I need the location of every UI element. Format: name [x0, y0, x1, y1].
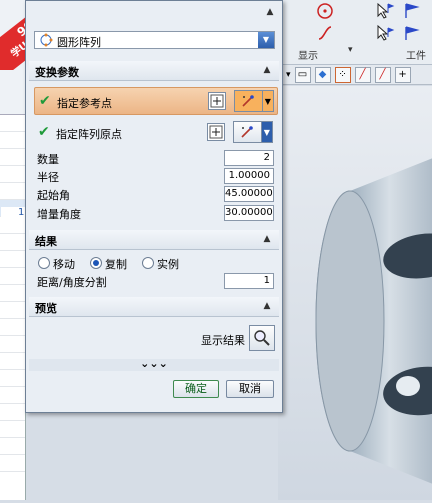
collapse-section-icon[interactable]: ▲ — [261, 233, 273, 245]
group-expand-icon[interactable]: ▾ — [348, 45, 353, 55]
curve-icon[interactable] — [314, 22, 336, 44]
chevron-down-icon[interactable]: ▼ — [260, 122, 272, 142]
selection-bar: ▾ ▭ ◆ ⁘ ╱ ╱ + — [278, 65, 432, 85]
radio-instance[interactable] — [142, 257, 154, 269]
radio-copy-label: 复制 — [105, 258, 127, 271]
show-result-label: 显示结果 — [201, 334, 245, 347]
select-flag-icon-2[interactable] — [374, 22, 396, 44]
circular-array-icon — [39, 33, 53, 50]
increment-angle-input[interactable]: 30.00000 — [224, 205, 274, 221]
graphics-viewport[interactable] — [278, 86, 432, 500]
show-result-button[interactable] — [249, 325, 275, 351]
navigator-row[interactable] — [0, 268, 25, 285]
radius-label: 半径 — [37, 171, 59, 184]
ok-button[interactable]: 确定 — [173, 380, 219, 398]
point-dialog-icon[interactable] — [207, 123, 225, 141]
dialog-top-strip: ▲ — [29, 4, 279, 20]
section-transform-title: 变换参数 — [35, 66, 79, 79]
radio-move[interactable] — [38, 257, 50, 269]
flag-icon-2[interactable] — [400, 22, 422, 44]
inferred-point-split-button[interactable]: ▼ — [234, 90, 274, 112]
count-input[interactable]: 2 — [224, 150, 274, 166]
part-navigator-strip — [0, 0, 26, 500]
type-select-value: 圆形阵列 — [57, 36, 101, 49]
navigator-row[interactable] — [0, 404, 25, 421]
navigator-row[interactable] — [0, 353, 25, 370]
navigator-row[interactable] — [0, 132, 25, 149]
group-label-tools: 工件 — [406, 51, 426, 62]
navigator-row[interactable] — [0, 251, 25, 268]
select-arrow-flag-icon[interactable] — [374, 0, 396, 22]
distance-angle-split-input[interactable]: 1 — [224, 273, 274, 289]
type-select[interactable]: 圆形阵列 ▼ — [34, 31, 275, 49]
more-options-toggle[interactable]: ⌄⌄⌄ — [29, 358, 279, 371]
inferred-point-icon — [234, 122, 261, 142]
inferred-point-split-button[interactable]: ▼ — [233, 121, 273, 143]
navigator-row[interactable] — [0, 115, 25, 132]
check-icon: ✔ — [39, 93, 51, 109]
chevron-down-icon[interactable]: ▼ — [258, 32, 274, 48]
radio-copy[interactable] — [90, 257, 102, 269]
navigator-row[interactable] — [0, 421, 25, 438]
navigator-row[interactable] — [0, 166, 25, 183]
radio-move-label: 移动 — [53, 258, 75, 271]
point-icon[interactable] — [314, 0, 336, 22]
navigator-row[interactable] — [0, 183, 25, 200]
more-snap-icon[interactable]: + — [394, 66, 411, 83]
navigator-row[interactable] — [0, 455, 25, 472]
main-toolbar: 显示 ▾ 工件 — [278, 0, 432, 65]
start-angle-input[interactable]: 45.00000 — [224, 186, 274, 202]
point-dialog-icon[interactable] — [208, 92, 226, 110]
dropdown-arrow-icon[interactable]: ▾ — [286, 70, 291, 80]
collapse-dialog-icon[interactable]: ▲ — [264, 6, 276, 18]
ref-point-row[interactable]: ✔ 指定参考点 ▼ — [34, 87, 278, 115]
navigator-selected-value: 1 — [1, 207, 25, 223]
check-icon: ✔ — [38, 124, 50, 140]
chevron-down-icon[interactable]: ▼ — [261, 91, 273, 111]
cube-icon[interactable]: ▭ — [294, 66, 311, 83]
inferred-point-icon — [235, 91, 262, 111]
array-origin-row[interactable]: ✔ 指定阵列原点 ▼ — [34, 119, 278, 147]
radius-input[interactable]: 1.00000 — [224, 168, 274, 184]
part-model-image — [315, 158, 432, 484]
increment-angle-label: 增量角度 — [37, 208, 81, 221]
collapse-section-icon[interactable]: ▲ — [261, 300, 273, 312]
magnifier-icon — [254, 330, 270, 346]
endpoint-icon[interactable]: ╱ — [354, 66, 371, 83]
cancel-button[interactable]: 取消 — [226, 380, 274, 398]
section-result-header[interactable]: 结果 ▲ — [29, 230, 279, 250]
start-angle-label: 起始角 — [37, 189, 70, 202]
navigator-row[interactable] — [0, 149, 25, 166]
section-transform-header[interactable]: 变换参数 ▲ — [29, 61, 279, 81]
navigator-row[interactable] — [0, 319, 25, 336]
ref-point-label: 指定参考点 — [57, 97, 112, 110]
snap-points-icon[interactable]: ⁘ — [334, 66, 351, 83]
navigator-row[interactable] — [0, 438, 25, 455]
radio-instance-label: 实例 — [157, 258, 179, 271]
group-label-display: 显示 — [298, 51, 318, 62]
flag-icon[interactable] — [400, 0, 422, 22]
section-result-title: 结果 — [35, 235, 57, 248]
distance-angle-split-label: 距离/角度分割 — [37, 276, 107, 289]
navigator-row[interactable] — [0, 302, 25, 319]
solid-icon[interactable]: ◆ — [314, 66, 331, 83]
circular-array-dialog: ▲ 圆形阵列 ▼ 变换参数 ▲ ✔ 指定参考点 ▼ ✔ 指定阵列原点 ▼ 数量 … — [25, 0, 283, 413]
navigator-row[interactable] — [0, 387, 25, 404]
navigator-row[interactable] — [0, 285, 25, 302]
navigator-row[interactable] — [0, 370, 25, 387]
navigator-row[interactable] — [0, 234, 25, 251]
navigator-row[interactable] — [0, 336, 25, 353]
section-preview-title: 预览 — [35, 302, 57, 315]
count-label: 数量 — [37, 153, 59, 166]
section-preview-header[interactable]: 预览 ▲ — [29, 297, 279, 317]
midpoint-icon[interactable]: ╱ — [374, 66, 391, 83]
array-origin-label: 指定阵列原点 — [56, 128, 122, 141]
collapse-section-icon[interactable]: ▲ — [261, 64, 273, 76]
